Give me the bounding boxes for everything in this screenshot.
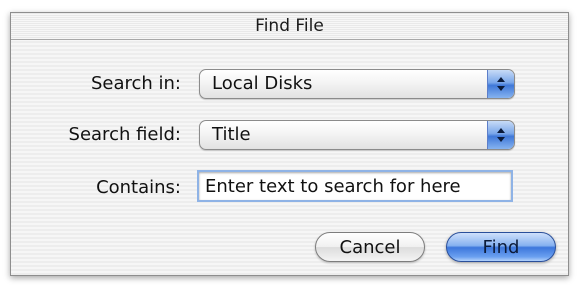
- search-in-popup[interactable]: Local Disks: [199, 69, 515, 99]
- up-down-arrows-icon: [487, 70, 514, 98]
- contains-field-frame: [197, 170, 513, 202]
- search-in-value: Local Disks: [212, 73, 313, 94]
- search-field-label: Search field:: [68, 124, 181, 145]
- title-bar[interactable]: Find File: [11, 13, 568, 40]
- find-button[interactable]: Find: [446, 232, 556, 262]
- search-in-label: Search in:: [90, 73, 181, 94]
- up-down-arrows-icon: [487, 121, 514, 149]
- find-file-dialog: Find File Search in: Local Disks Search …: [10, 12, 569, 276]
- cancel-button[interactable]: Cancel: [315, 232, 425, 262]
- contains-label: Contains:: [96, 177, 181, 198]
- search-field-value: Title: [212, 124, 251, 145]
- window-title: Find File: [255, 16, 324, 36]
- contains-input[interactable]: [199, 172, 511, 200]
- search-field-popup[interactable]: Title: [199, 120, 515, 150]
